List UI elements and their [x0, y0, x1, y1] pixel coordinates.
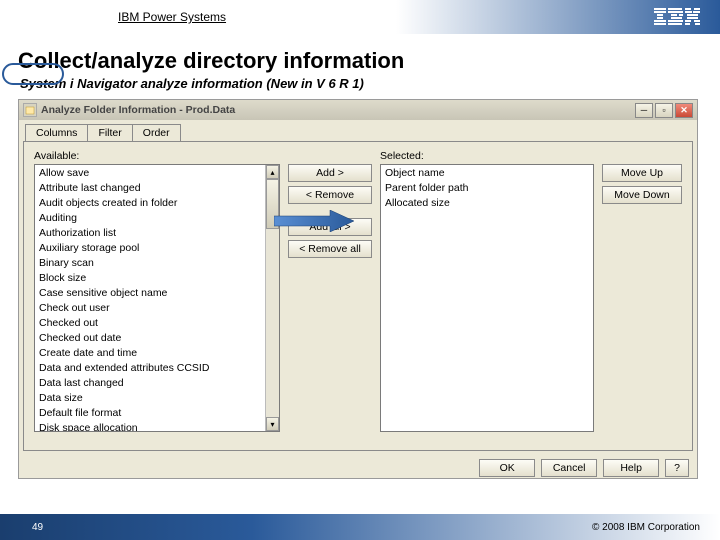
header-bar: IBM Power Systems — [0, 0, 720, 34]
brand-label: IBM Power Systems — [118, 10, 226, 24]
list-item[interactable]: Data last changed — [37, 376, 263, 391]
list-item[interactable]: Default file format — [37, 406, 263, 421]
remove-all-button[interactable]: < Remove all — [288, 240, 372, 258]
slide-title: Collect/analyze directory information — [18, 48, 702, 74]
app-icon — [23, 103, 37, 117]
tab-order[interactable]: Order — [132, 124, 181, 141]
list-item[interactable]: Block size — [37, 271, 263, 286]
list-item[interactable]: Allocated size — [383, 196, 577, 211]
list-item[interactable]: Case sensitive object name — [37, 286, 263, 301]
page-number: 49 — [32, 522, 43, 533]
move-up-button[interactable]: Move Up — [602, 164, 682, 182]
scrollbar[interactable]: ▴ ▾ — [265, 165, 279, 431]
remove-button[interactable]: < Remove — [288, 186, 372, 204]
available-column: Available: Allow saveAttribute last chan… — [34, 150, 280, 432]
available-label: Available: — [34, 150, 280, 162]
tab-columns[interactable]: Columns — [25, 124, 88, 141]
list-item[interactable]: Attribute last changed — [37, 181, 263, 196]
slide-subtitle: System i Navigator analyze information (… — [20, 76, 702, 91]
dialog-actions: OK Cancel Help ? — [19, 455, 697, 481]
list-item[interactable]: Auxiliary storage pool — [37, 241, 263, 256]
tab-filter[interactable]: Filter — [87, 124, 132, 141]
list-item[interactable]: Data and extended attributes CCSID — [37, 361, 263, 376]
selected-label: Selected: — [380, 150, 594, 162]
tab-strip: Columns Filter Order — [25, 124, 697, 141]
list-item[interactable]: Disk space allocation — [37, 421, 263, 432]
list-item[interactable]: Authorization list — [37, 226, 263, 241]
window-title: Analyze Folder Information - Prod.Data — [41, 104, 633, 116]
add-all-button[interactable]: Add all > — [288, 218, 372, 236]
maximize-button[interactable]: ▫ — [655, 103, 673, 118]
list-item[interactable]: Parent folder path — [383, 181, 577, 196]
tab-panel: Available: Allow saveAttribute last chan… — [23, 141, 693, 451]
ok-button[interactable]: OK — [479, 459, 535, 477]
dialog-window: Analyze Folder Information - Prod.Data ─… — [18, 99, 698, 479]
ibm-logo — [654, 8, 700, 26]
list-item[interactable]: Create date and time — [37, 346, 263, 361]
add-button[interactable]: Add > — [288, 164, 372, 182]
minimize-button[interactable]: ─ — [635, 103, 653, 118]
list-item[interactable]: Checked out — [37, 316, 263, 331]
scroll-thumb[interactable] — [266, 179, 279, 229]
list-item[interactable]: Object name — [383, 166, 577, 181]
list-item[interactable]: Checked out date — [37, 331, 263, 346]
list-item[interactable]: Allow save — [37, 166, 263, 181]
help-button[interactable]: Help — [603, 459, 659, 477]
list-item[interactable]: Binary scan — [37, 256, 263, 271]
move-down-button[interactable]: Move Down — [602, 186, 682, 204]
available-listbox[interactable]: Allow saveAttribute last changedAudit ob… — [34, 164, 280, 432]
transfer-buttons: Add > < Remove Add all > < Remove all — [288, 150, 372, 432]
list-item[interactable]: Audit objects created in folder — [37, 196, 263, 211]
slide-body: Collect/analyze directory information Sy… — [0, 40, 720, 514]
copyright: © 2008 IBM Corporation — [592, 522, 700, 533]
scroll-up-icon[interactable]: ▴ — [266, 165, 279, 179]
close-button[interactable]: ✕ — [675, 103, 693, 118]
scroll-down-icon[interactable]: ▾ — [266, 417, 279, 431]
list-item[interactable]: Data size — [37, 391, 263, 406]
footer-bar: 49 © 2008 IBM Corporation — [0, 514, 720, 540]
selected-listbox[interactable]: Object nameParent folder pathAllocated s… — [380, 164, 594, 432]
list-item[interactable]: Auditing — [37, 211, 263, 226]
context-help-button[interactable]: ? — [665, 459, 689, 477]
list-item[interactable]: Check out user — [37, 301, 263, 316]
cancel-button[interactable]: Cancel — [541, 459, 597, 477]
order-buttons: Move Up Move Down — [602, 150, 682, 432]
selected-column: Selected: Object nameParent folder pathA… — [380, 150, 594, 432]
titlebar[interactable]: Analyze Folder Information - Prod.Data ─… — [19, 100, 697, 120]
